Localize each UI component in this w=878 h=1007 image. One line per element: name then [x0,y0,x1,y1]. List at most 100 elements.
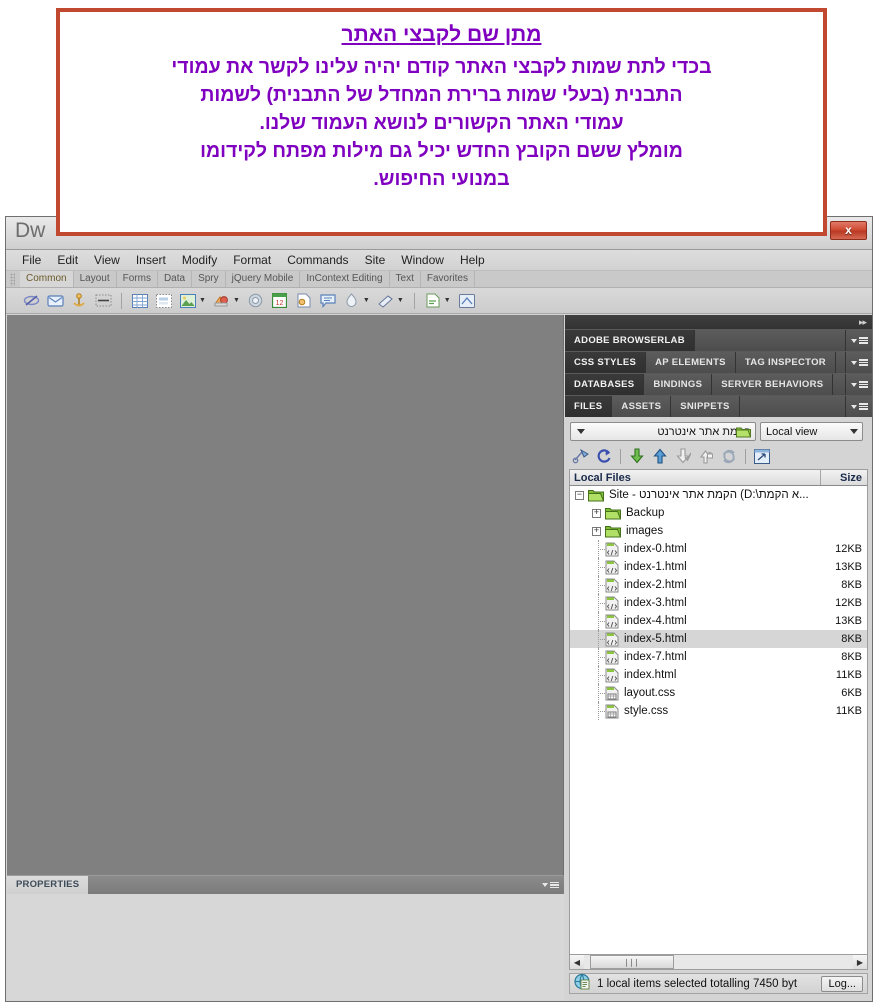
email-link-icon[interactable] [44,291,66,311]
tab-snippets[interactable]: SNIPPETS [671,396,740,417]
menu-item-edit[interactable]: Edit [49,251,86,269]
image-icon[interactable] [177,291,199,311]
column-header-size[interactable]: Size [821,470,867,485]
menu-item-help[interactable]: Help [452,251,493,269]
insert-tab-spry[interactable]: Spry [192,271,226,287]
tab-css-styles[interactable]: CSS STYLES [565,352,647,373]
document-canvas[interactable] [7,315,564,875]
menu-item-insert[interactable]: Insert [128,251,174,269]
browserlab-group-menu-icon[interactable] [846,330,872,351]
tab-tag-inspector[interactable]: TAG INSPECTOR [735,352,836,373]
css-group-menu-icon[interactable] [846,352,872,373]
media-dropdown-arrow-icon[interactable]: ▼ [233,297,240,304]
tab-bindings[interactable]: BINDINGS [644,374,713,395]
check-out-icon[interactable] [672,446,694,466]
insert-tab-forms[interactable]: Forms [117,271,158,287]
collapse-node-icon[interactable]: − [575,490,584,500]
table-row[interactable]: style.css 11KB [570,702,867,720]
tab-databases[interactable]: DATABASES [565,374,645,395]
menu-item-commands[interactable]: Commands [279,251,356,269]
connect-to-remote-host-icon[interactable] [570,446,592,466]
file-name-label: layout.css [624,687,676,699]
expand-node-icon[interactable]: + [592,508,601,518]
tag-chooser-icon[interactable] [456,291,478,311]
script-dropdown-arrow-icon[interactable]: ▼ [397,297,404,304]
insert-tab-text[interactable]: Text [390,271,421,287]
head-icon[interactable] [341,291,363,311]
insert-tab-common[interactable]: Common [20,271,74,287]
table-icon[interactable] [129,291,151,311]
file-list[interactable]: − Site - הקמת אתר אינטרנט (D:\א הקמת... + B… [569,486,868,954]
tab-files[interactable]: FILES [565,396,613,417]
media-icon[interactable] [211,291,233,311]
table-row[interactable]: index-0.html 12KB [570,540,867,558]
column-header-local-files[interactable]: Local Files [570,470,821,485]
table-row[interactable]: index-7.html 8KB [570,648,867,666]
file-row-name-cell: style.css [570,702,821,720]
view-select[interactable]: Local view [760,422,863,441]
refresh-icon[interactable] [593,446,615,466]
menu-item-view[interactable]: View [86,251,128,269]
insert-tab-incontext-editing[interactable]: InContext Editing [300,271,390,287]
tab-assets[interactable]: ASSETS [612,396,672,417]
log-button[interactable]: Log... [821,975,863,992]
insert-tab-layout[interactable]: Layout [74,271,117,287]
table-row[interactable]: + Backup [570,504,867,522]
menu-item-file[interactable]: File [14,251,49,269]
check-in-icon[interactable] [695,446,717,466]
file-row-name-cell: index-0.html [570,540,821,558]
menu-item-modify[interactable]: Modify [174,251,225,269]
image-dropdown-arrow-icon[interactable]: ▼ [199,297,206,304]
databases-group-menu-icon[interactable] [846,374,872,395]
server-side-include-icon[interactable] [293,291,315,311]
scroll-left-button[interactable]: ◀ [570,955,584,969]
tab-ap-elements[interactable]: AP ELEMENTS [646,352,736,373]
insert-tab-jquery-mobile[interactable]: jQuery Mobile [226,271,301,287]
scroll-right-button[interactable]: ▶ [853,955,867,969]
head-dropdown-arrow-icon[interactable]: ▼ [363,297,370,304]
insert-tab-data[interactable]: Data [158,271,193,287]
named-anchor-icon[interactable] [68,291,90,311]
table-row[interactable]: index-2.html 8KB [570,576,867,594]
expand-node-icon[interactable]: + [592,526,601,536]
menu-item-site[interactable]: Site [357,251,394,269]
toolbar-grip-icon[interactable] [10,273,15,286]
table-row[interactable]: + images [570,522,867,540]
scroll-thumb[interactable]: ∣∣∣ [590,955,674,969]
table-row[interactable]: index-1.html 13KB [570,558,867,576]
insert-tab-favorites[interactable]: Favorites [421,271,475,287]
table-row[interactable]: − Site - הקמת אתר אינטרנט (D:\א הקמת... [570,486,867,504]
widget-icon[interactable] [245,291,267,311]
files-group-menu-icon[interactable] [846,396,872,417]
synchronize-icon[interactable] [718,446,740,466]
horizontal-rule-icon[interactable] [92,291,114,311]
insert-div-tag-icon[interactable] [153,291,175,311]
menu-item-window[interactable]: Window [393,251,452,269]
put-files-icon[interactable] [649,446,671,466]
tab-server-behaviors[interactable]: SERVER BEHAVIORS [712,374,834,395]
table-row[interactable]: index-4.html 13KB [570,612,867,630]
file-list-hscrollbar[interactable]: ◀ ∣∣∣ ▶ [569,954,868,970]
properties-panel-header: PROPERTIES [7,876,564,894]
table-row[interactable]: index.html 11KB [570,666,867,684]
tab-adobe-browserlab[interactable]: ADOBE BROWSERLAB [565,330,695,351]
site-select[interactable]: הקמת אתר אינטרנט [570,422,756,441]
expand-panes-icon[interactable] [751,446,773,466]
get-files-icon[interactable] [626,446,648,466]
template-dropdown-arrow-icon[interactable]: ▼ [444,297,451,304]
template-icon[interactable] [422,291,444,311]
comment-icon[interactable] [317,291,339,311]
close-button[interactable]: x [830,221,867,240]
hyperlink-icon[interactable] [20,291,42,311]
script-icon[interactable] [375,291,397,311]
browserlab-group: ADOBE BROWSERLAB [565,329,872,351]
dock-expand-bar[interactable]: ▸▸ [565,315,872,329]
properties-panel-menu-icon[interactable] [542,881,559,889]
date-icon[interactable]: 12 [269,291,291,311]
tab-properties[interactable]: PROPERTIES [7,876,89,894]
table-row[interactable]: index-3.html 12KB [570,594,867,612]
table-row[interactable]: index-5.html 8KB [570,630,867,648]
menu-item-format[interactable]: Format [225,251,279,269]
double-chevron-right-icon[interactable]: ▸▸ [859,317,867,328]
table-row[interactable]: layout.css 6KB [570,684,867,702]
